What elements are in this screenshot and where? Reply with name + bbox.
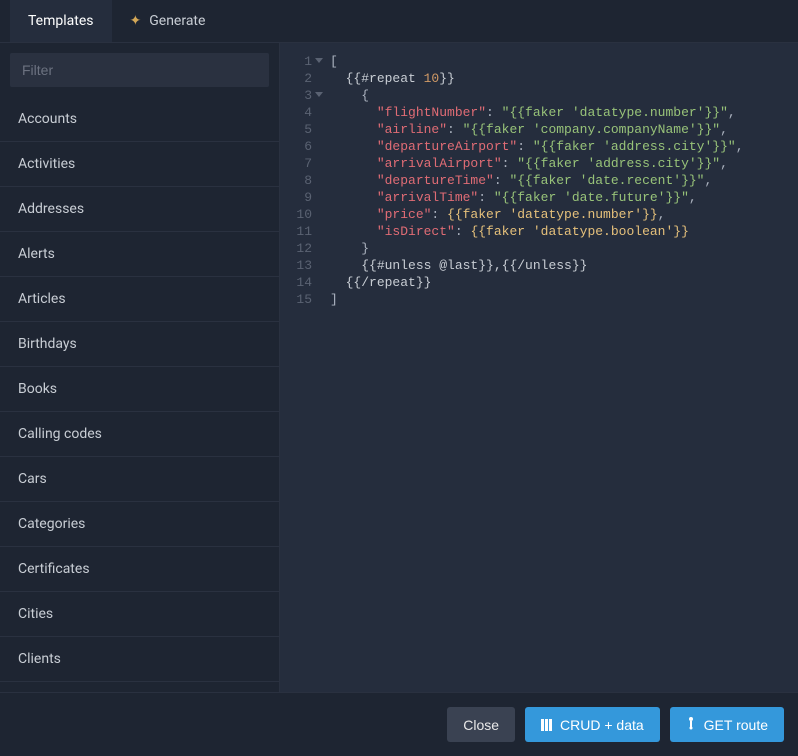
- tab-generate[interactable]: ✦ Generate: [112, 0, 224, 42]
- list-item[interactable]: Books: [0, 367, 279, 412]
- list-item[interactable]: Categories: [0, 502, 279, 547]
- list-item[interactable]: Activities: [0, 142, 279, 187]
- list-item-label: Cities: [18, 606, 53, 622]
- crud-button[interactable]: CRUD + data: [525, 707, 660, 742]
- tab-templates[interactable]: Templates: [10, 0, 112, 42]
- close-button[interactable]: Close: [447, 707, 515, 742]
- tab-bar: Templates ✦ Generate: [0, 0, 798, 43]
- list-item[interactable]: Clients: [0, 637, 279, 682]
- sidebar: Accounts Activities Addresses Alerts Art…: [0, 43, 280, 692]
- route-icon: [686, 716, 696, 733]
- list-item-label: Articles: [18, 291, 66, 307]
- list-item[interactable]: Accounts: [0, 97, 279, 142]
- tab-templates-label: Templates: [28, 13, 94, 29]
- list-item-label: Calling codes: [18, 426, 102, 442]
- close-button-label: Close: [463, 717, 499, 733]
- main-area: Accounts Activities Addresses Alerts Art…: [0, 43, 798, 692]
- sparkle-icon: ✦: [130, 13, 142, 29]
- route-button[interactable]: GET route: [670, 707, 784, 742]
- list-item[interactable]: Birthdays: [0, 322, 279, 367]
- filter-wrap: [0, 43, 279, 97]
- list-item-label: Accounts: [18, 111, 77, 127]
- list-item[interactable]: Addresses: [0, 187, 279, 232]
- list-item[interactable]: Articles: [0, 277, 279, 322]
- list-item-label: Activities: [18, 156, 75, 172]
- list-item-label: Cars: [18, 471, 47, 487]
- list-item-label: Categories: [18, 516, 85, 532]
- list-item-label: Clients: [18, 651, 61, 667]
- list-item-label: Addresses: [18, 201, 84, 217]
- list-item-label: Books: [18, 381, 57, 397]
- footer: Close CRUD + data GET route: [0, 692, 798, 756]
- route-button-label: GET route: [704, 717, 768, 733]
- line-gutter: 1 2 3 4 5 6 7 8 9 10 11 12 13 14 15: [280, 53, 330, 692]
- list-item[interactable]: Certificates: [0, 547, 279, 592]
- crud-icon: [541, 719, 552, 731]
- list-item-label: Certificates: [18, 561, 90, 577]
- crud-button-label: CRUD + data: [560, 717, 644, 733]
- list-item[interactable]: Alerts: [0, 232, 279, 277]
- list-item-label: Birthdays: [18, 336, 77, 352]
- template-list[interactable]: Accounts Activities Addresses Alerts Art…: [0, 97, 279, 692]
- list-item[interactable]: Calling codes: [0, 412, 279, 457]
- list-item-label: Alerts: [18, 246, 55, 262]
- list-item[interactable]: Cities: [0, 592, 279, 637]
- list-item[interactable]: Cars: [0, 457, 279, 502]
- code-editor[interactable]: 1 2 3 4 5 6 7 8 9 10 11 12 13 14 15 [ {{…: [280, 43, 798, 692]
- code-content[interactable]: [ {{#repeat 10}} { "flightNumber": "{{fa…: [330, 53, 798, 692]
- filter-input[interactable]: [10, 53, 269, 87]
- tab-generate-label: Generate: [149, 13, 205, 29]
